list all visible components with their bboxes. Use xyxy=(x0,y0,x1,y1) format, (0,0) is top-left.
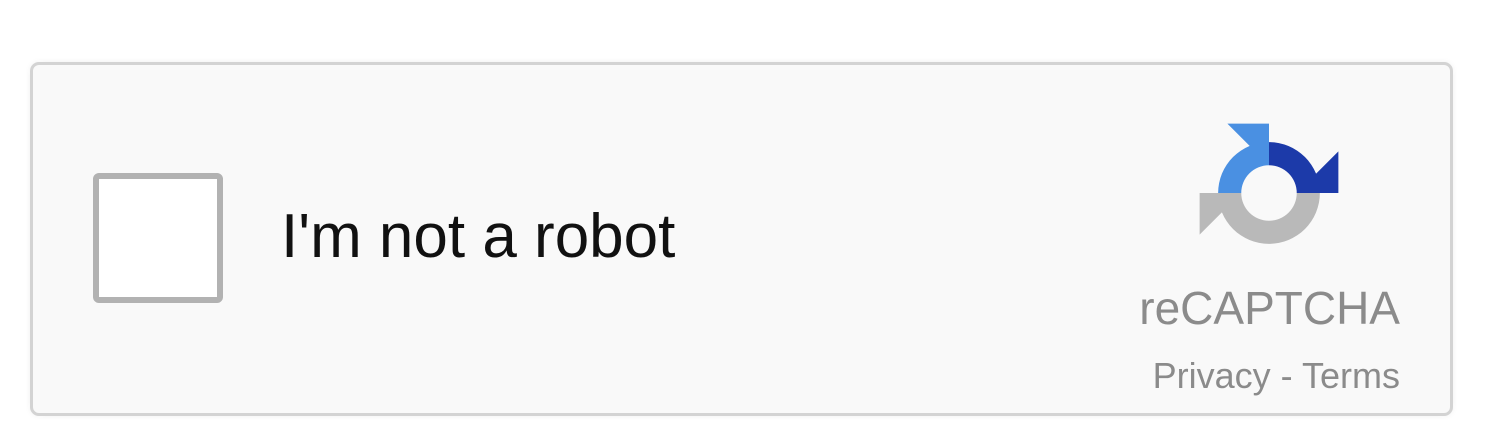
not-a-robot-checkbox[interactable] xyxy=(93,173,223,303)
recaptcha-widget: I'm not a robot reCAPTCHA Privacy - Term… xyxy=(30,62,1453,416)
privacy-link[interactable]: Privacy xyxy=(1153,355,1271,396)
checkbox-label: I'm not a robot xyxy=(281,202,676,271)
footer-links: Privacy - Terms xyxy=(1113,355,1400,397)
terms-link[interactable]: Terms xyxy=(1302,355,1400,396)
link-separator: - xyxy=(1270,355,1302,396)
recaptcha-logo-icon xyxy=(1199,123,1339,244)
recaptcha-branding: reCAPTCHA Privacy - Terms xyxy=(1113,105,1433,405)
recaptcha-brand-text: reCAPTCHA xyxy=(1139,282,1400,334)
